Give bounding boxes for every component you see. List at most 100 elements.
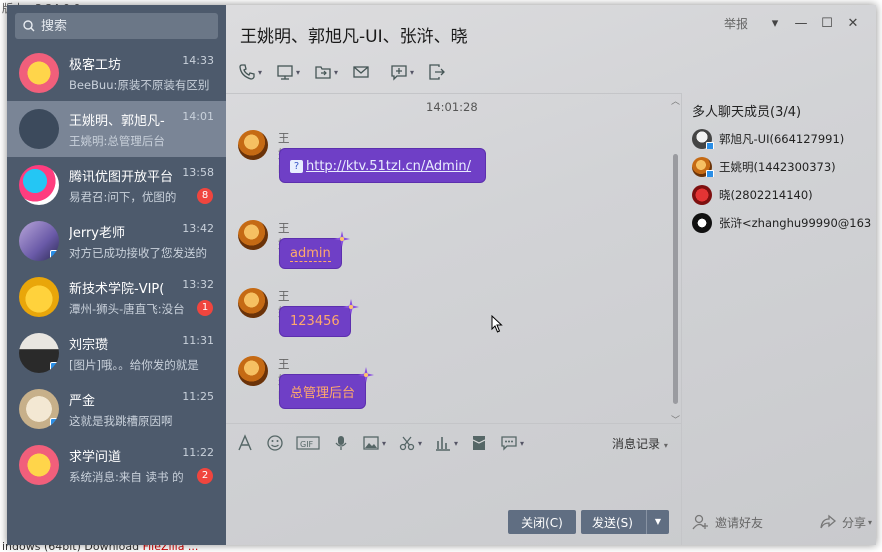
conversation-item[interactable]: 新技术学院-VIP(潭州-狮头-唐直飞:没台 13:32 1 bbox=[7, 269, 226, 325]
scissors-icon bbox=[399, 436, 415, 451]
red-packet-button[interactable] bbox=[470, 433, 488, 453]
conversation-avatar bbox=[19, 165, 59, 205]
sender-avatar[interactable] bbox=[238, 220, 268, 250]
sparkle-icon bbox=[358, 367, 375, 383]
conversation-item[interactable]: 刘宗瓒 [图片]哦。。给你发的就是 11:31 bbox=[7, 325, 226, 381]
conversation-preview: 潭州-狮头-唐直飞:没台 bbox=[69, 301, 185, 316]
scroll-up-icon[interactable]: ︿ bbox=[671, 94, 680, 107]
qq-chat-window: 极客工坊 BeeBuu:原装不原装有区别 14:33 王姚明、郭旭凡- 王姚明:总管理后… bbox=[7, 5, 876, 545]
message-scrollbar[interactable]: ︿ ﹀ bbox=[670, 94, 680, 426]
invite-friends-button[interactable]: 邀请好友 bbox=[692, 513, 763, 531]
conversation-time: 11:31 bbox=[182, 334, 214, 347]
chevron-down-icon: ▾ bbox=[410, 67, 415, 77]
message-history-button[interactable]: 消息记录 ▾ bbox=[612, 435, 668, 452]
gif-icon: GIF bbox=[296, 436, 320, 450]
conversation-time: 13:42 bbox=[182, 222, 214, 235]
search-box[interactable] bbox=[15, 13, 218, 39]
message-bubble: ? http://ktv.51tzl.cn/Admin/ bbox=[279, 148, 487, 183]
conversation-item[interactable]: 求学问道 系统消息:来自 读书 的 11:22 2 bbox=[7, 437, 226, 493]
conversation-time: 13:58 bbox=[182, 166, 214, 179]
close-icon[interactable]: ✕ bbox=[840, 16, 866, 31]
member-item[interactable]: 晓(2802214140) bbox=[692, 185, 872, 205]
folder-icon bbox=[315, 66, 331, 79]
conversation-preview: 这就是我跳槽原因啊 bbox=[69, 413, 173, 428]
conversation-item[interactable]: 腾讯优图开放平台 易君召:问下，优图的 13:58 8 bbox=[7, 157, 226, 213]
emoji-button[interactable] bbox=[266, 433, 284, 453]
conversation-item[interactable]: 极客工坊 BeeBuu:原装不原装有区别 14:33 bbox=[7, 45, 226, 101]
search-icon bbox=[23, 20, 35, 32]
conversation-name: 腾讯优图开放平台 bbox=[69, 169, 174, 185]
conversation-name: 严金 bbox=[69, 393, 96, 409]
sender-avatar[interactable] bbox=[238, 130, 268, 160]
screenshot-button[interactable]: ▾ bbox=[398, 433, 422, 453]
chevron-down-icon: ▾ bbox=[867, 517, 872, 527]
conversation-preview: 对方已成功接收了您发送的 bbox=[69, 245, 207, 260]
mobile-icon bbox=[50, 362, 59, 373]
conversation-name: 求学问道 bbox=[69, 449, 122, 465]
member-name: 晓(2802214140) bbox=[719, 188, 813, 202]
chat-title: 王姚明、郭旭凡-UI、张浒、晓 bbox=[240, 27, 468, 47]
more-features-button[interactable]: ▾ bbox=[500, 433, 524, 453]
conversation-time: 11:22 bbox=[182, 446, 214, 459]
conversation-avatar bbox=[19, 445, 59, 485]
sparkle-icon bbox=[333, 231, 350, 247]
input-divider bbox=[226, 423, 681, 424]
image-button[interactable]: ▾ bbox=[362, 433, 386, 453]
font-button[interactable] bbox=[236, 433, 254, 453]
plus-bubble-icon bbox=[391, 65, 407, 81]
gif-button[interactable]: GIF bbox=[296, 433, 320, 453]
conversation-item[interactable]: 严金 这就是我跳槽原因啊 11:25 bbox=[7, 381, 226, 437]
member-item[interactable]: 郭旭凡-UI(664127991) bbox=[692, 129, 872, 149]
maximize-icon[interactable]: ☐ bbox=[814, 16, 840, 31]
conversation-name: 刘宗瓒 bbox=[69, 337, 109, 353]
conversation-item[interactable]: 王姚明、郭旭凡- 王姚明:总管理后台 14:01 bbox=[7, 101, 226, 157]
send-file-button[interactable]: ▾ bbox=[314, 61, 352, 83]
chevron-down-icon: ▾ bbox=[418, 438, 423, 448]
report-button[interactable]: 举报 bbox=[724, 15, 748, 32]
dropdown-icon[interactable]: ▾ bbox=[762, 16, 788, 31]
chevron-down-icon: ▾ bbox=[296, 67, 301, 77]
share-icon bbox=[820, 514, 836, 529]
member-name: 郭旭凡-UI(664127991) bbox=[719, 132, 845, 146]
conversation-preview: BeeBuu:原装不原装有区别 bbox=[69, 77, 209, 92]
share-label: 分享 bbox=[841, 515, 866, 530]
add-app-button[interactable]: ▾ bbox=[390, 61, 428, 83]
unread-badge: 1 bbox=[197, 300, 213, 316]
add-user-icon bbox=[692, 514, 708, 530]
voice-message-button[interactable] bbox=[332, 433, 350, 453]
conversation-item[interactable]: Jerry老师 对方已成功接收了您发送的 13:42 bbox=[7, 213, 226, 269]
sender-avatar[interactable] bbox=[238, 356, 268, 386]
scrollbar-thumb[interactable] bbox=[673, 154, 678, 404]
history-label: 消息记录 bbox=[612, 437, 661, 451]
conversation-preview: 易君召:问下，优图的 bbox=[69, 189, 177, 204]
member-item[interactable]: 张浒<zhanghu99990@163.com> bbox=[692, 213, 872, 233]
sender-avatar[interactable] bbox=[238, 288, 268, 318]
search-input[interactable] bbox=[41, 18, 191, 34]
members-footer: 邀请好友 分享 ▾ bbox=[692, 513, 872, 531]
conversation-preview: 系统消息:来自 读书 的 bbox=[69, 469, 184, 484]
voice-call-button[interactable]: ▾ bbox=[238, 61, 276, 83]
message-timestamp: 14:01:28 bbox=[426, 100, 478, 114]
svg-text:GIF: GIF bbox=[300, 440, 314, 449]
send-options-chevron-icon[interactable]: ▼ bbox=[646, 510, 669, 534]
member-item[interactable]: 王姚明(1442300373) bbox=[692, 157, 872, 177]
share-button[interactable]: 分享 ▾ bbox=[819, 513, 872, 531]
conversation-time: 13:32 bbox=[182, 278, 214, 291]
message-text: 123456 bbox=[290, 314, 340, 329]
chat-bubble-icon bbox=[501, 436, 517, 451]
scroll-down-icon[interactable]: ﹀ bbox=[671, 413, 680, 426]
poll-button[interactable]: ▾ bbox=[434, 433, 458, 453]
mail-button[interactable] bbox=[352, 61, 390, 83]
phone-icon bbox=[239, 64, 255, 80]
chevron-down-icon: ▾ bbox=[258, 67, 263, 77]
member-avatar bbox=[692, 157, 714, 177]
conversation-avatar bbox=[19, 277, 59, 317]
exit-group-button[interactable] bbox=[428, 61, 466, 83]
conversation-preview: 王姚明:总管理后台 bbox=[69, 133, 165, 148]
close-button[interactable]: 关闭(C) bbox=[508, 510, 576, 534]
screen-share-button[interactable]: ▾ bbox=[276, 61, 314, 83]
exit-icon bbox=[429, 64, 445, 80]
message-area[interactable]: 14:01:28 王姚明 ?http://ktv.51tzl.cn/Admin/… bbox=[226, 93, 681, 426]
minimize-icon[interactable]: — bbox=[788, 16, 814, 31]
message-link[interactable]: http://ktv.51tzl.cn/Admin/ bbox=[306, 159, 471, 174]
